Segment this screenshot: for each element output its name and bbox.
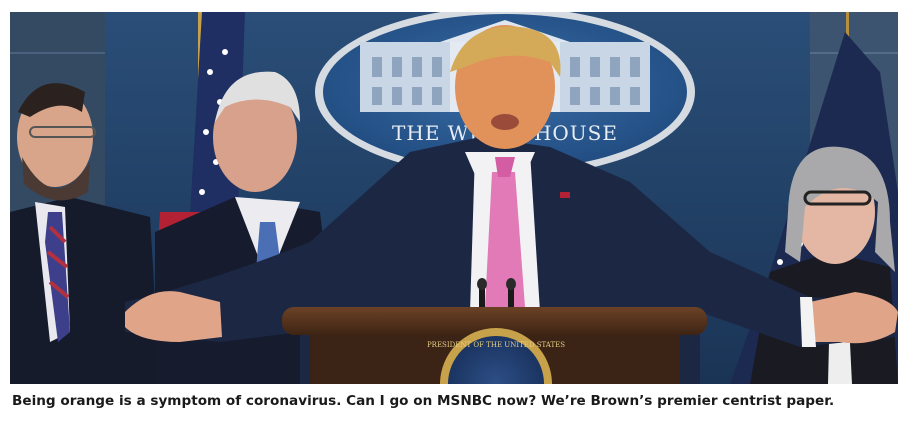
seal-text: PRESIDENT OF THE UNITED STATES xyxy=(427,341,565,349)
podium: PRESIDENT OF THE UNITED STATES xyxy=(282,307,707,384)
photo-caption: Being orange is a symptom of coronavirus… xyxy=(12,393,835,409)
press-briefing-photo: THE WHITE HOUSE xyxy=(10,12,898,384)
